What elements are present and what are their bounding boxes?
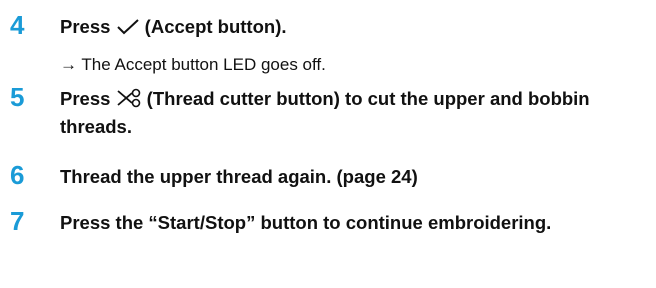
step-number: 6 bbox=[10, 160, 25, 190]
step-instruction: Press (Accept button). bbox=[60, 14, 640, 42]
step-number: 4 bbox=[10, 10, 25, 40]
step-number: 7 bbox=[10, 206, 25, 236]
step-instruction: Press (Thread cutter button) to cut the … bbox=[60, 86, 640, 139]
step-result: → The Accept button LED goes off. bbox=[60, 54, 326, 76]
instruction-text: Press bbox=[60, 88, 116, 109]
step-instruction: Thread the upper thread again. (page 24) bbox=[60, 166, 418, 187]
result-text: The Accept button LED goes off. bbox=[77, 55, 326, 74]
step-instruction: Press the “Start/Stop” button to continu… bbox=[60, 212, 552, 233]
instruction-text: Press bbox=[60, 16, 116, 37]
scissors-icon bbox=[116, 88, 142, 114]
checkmark-icon bbox=[116, 17, 140, 42]
result-arrow: → bbox=[60, 55, 77, 74]
instruction-text: (Accept button). bbox=[139, 16, 287, 37]
step-number: 5 bbox=[10, 82, 25, 112]
